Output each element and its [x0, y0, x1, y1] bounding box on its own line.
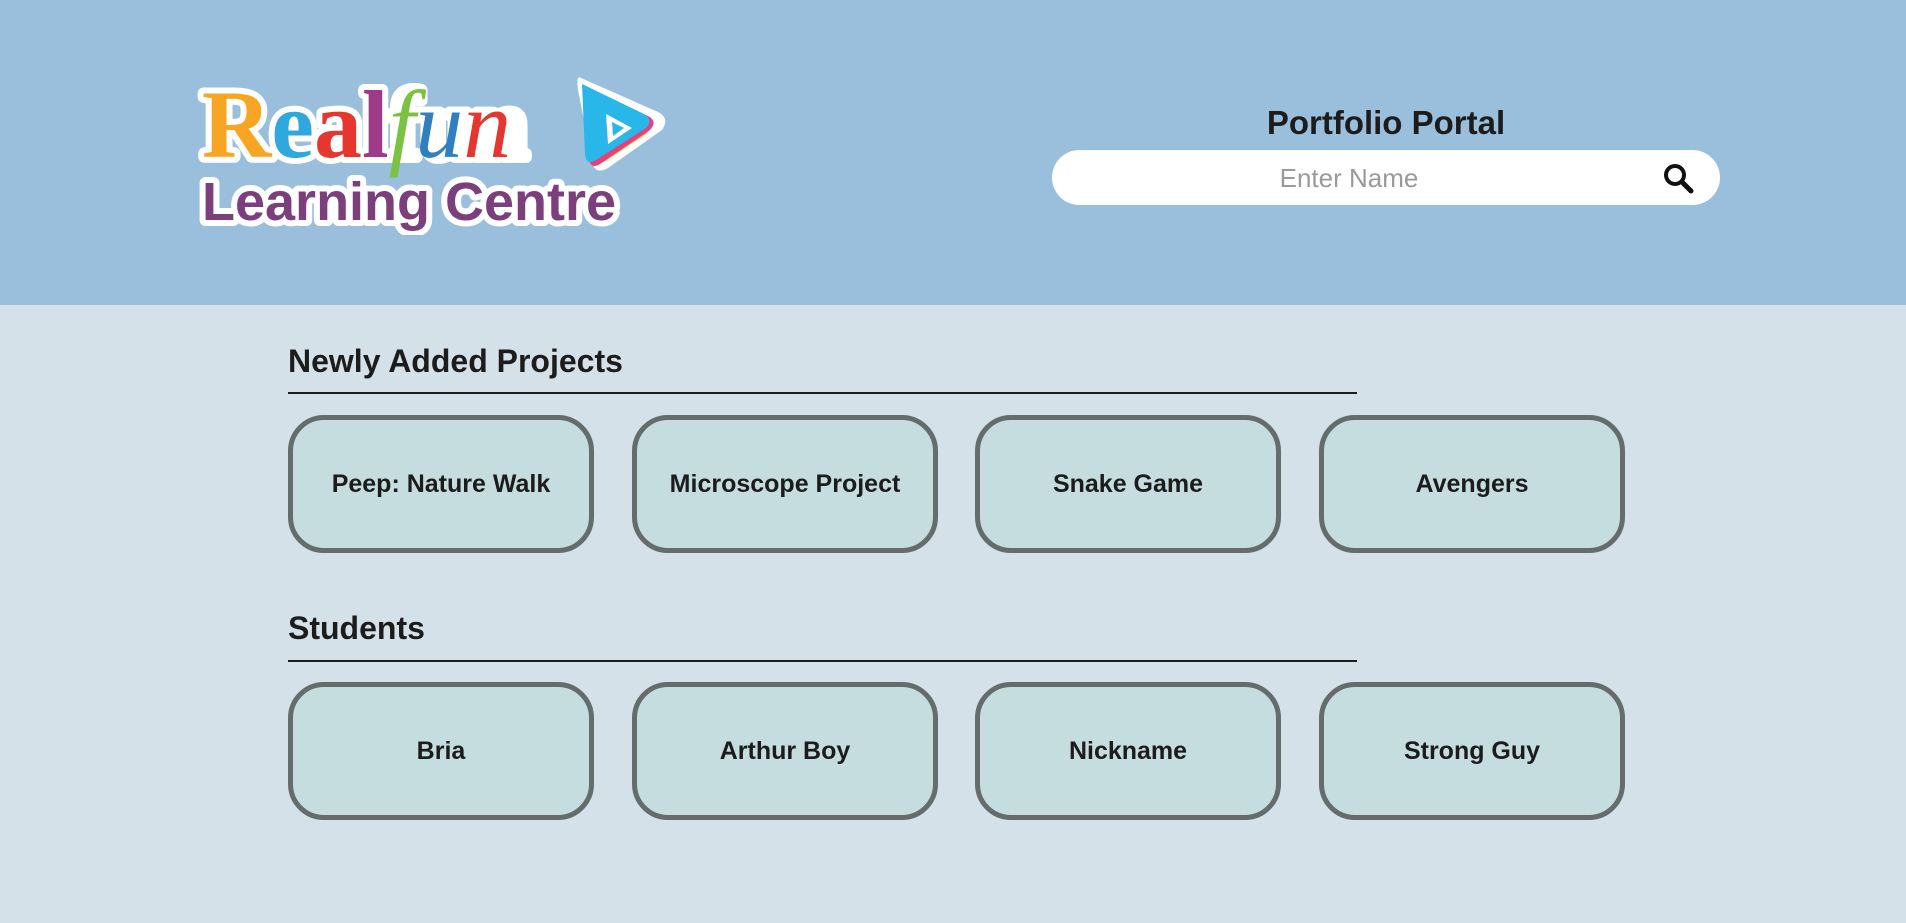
logo[interactable]: Realfun Realfun Learning Centre Learning…: [196, 60, 666, 235]
students-section-title: Students: [288, 610, 425, 646]
students-divider: [288, 660, 1357, 662]
project-card[interactable]: Peep: Nature Walk: [288, 415, 594, 553]
student-card[interactable]: Strong Guy: [1319, 682, 1625, 820]
search-box: [1052, 150, 1720, 207]
project-card-label: Microscope Project: [669, 469, 901, 498]
portal-title: Portfolio Portal: [1266, 104, 1506, 141]
student-card[interactable]: Bria: [288, 682, 594, 820]
project-card-label: Snake Game: [1052, 469, 1204, 498]
search-icon[interactable]: [1662, 162, 1694, 194]
project-card-label: Avengers: [1415, 469, 1529, 498]
project-card-label: Peep: Nature Walk: [331, 469, 551, 498]
student-card-label: Arthur Boy: [719, 736, 851, 765]
projects-section-title: Newly Added Projects: [288, 343, 623, 379]
project-card[interactable]: Avengers: [1319, 415, 1625, 553]
project-card[interactable]: Microscope Project: [632, 415, 938, 553]
logo-subtitle: Learning Centre: [202, 172, 616, 232]
student-card[interactable]: Arthur Boy: [632, 682, 938, 820]
logo-wordmark: Realfun: [202, 71, 511, 178]
search-input[interactable]: [1082, 150, 1616, 207]
project-card[interactable]: Snake Game: [975, 415, 1281, 553]
student-card-label: Nickname: [1068, 736, 1188, 765]
projects-divider: [288, 392, 1357, 394]
header: Realfun Realfun Learning Centre Learning…: [0, 0, 1906, 305]
play-icon: [577, 77, 666, 171]
student-card-label: Bria: [416, 736, 466, 765]
student-card[interactable]: Nickname: [975, 682, 1281, 820]
student-card-label: Strong Guy: [1403, 736, 1541, 765]
